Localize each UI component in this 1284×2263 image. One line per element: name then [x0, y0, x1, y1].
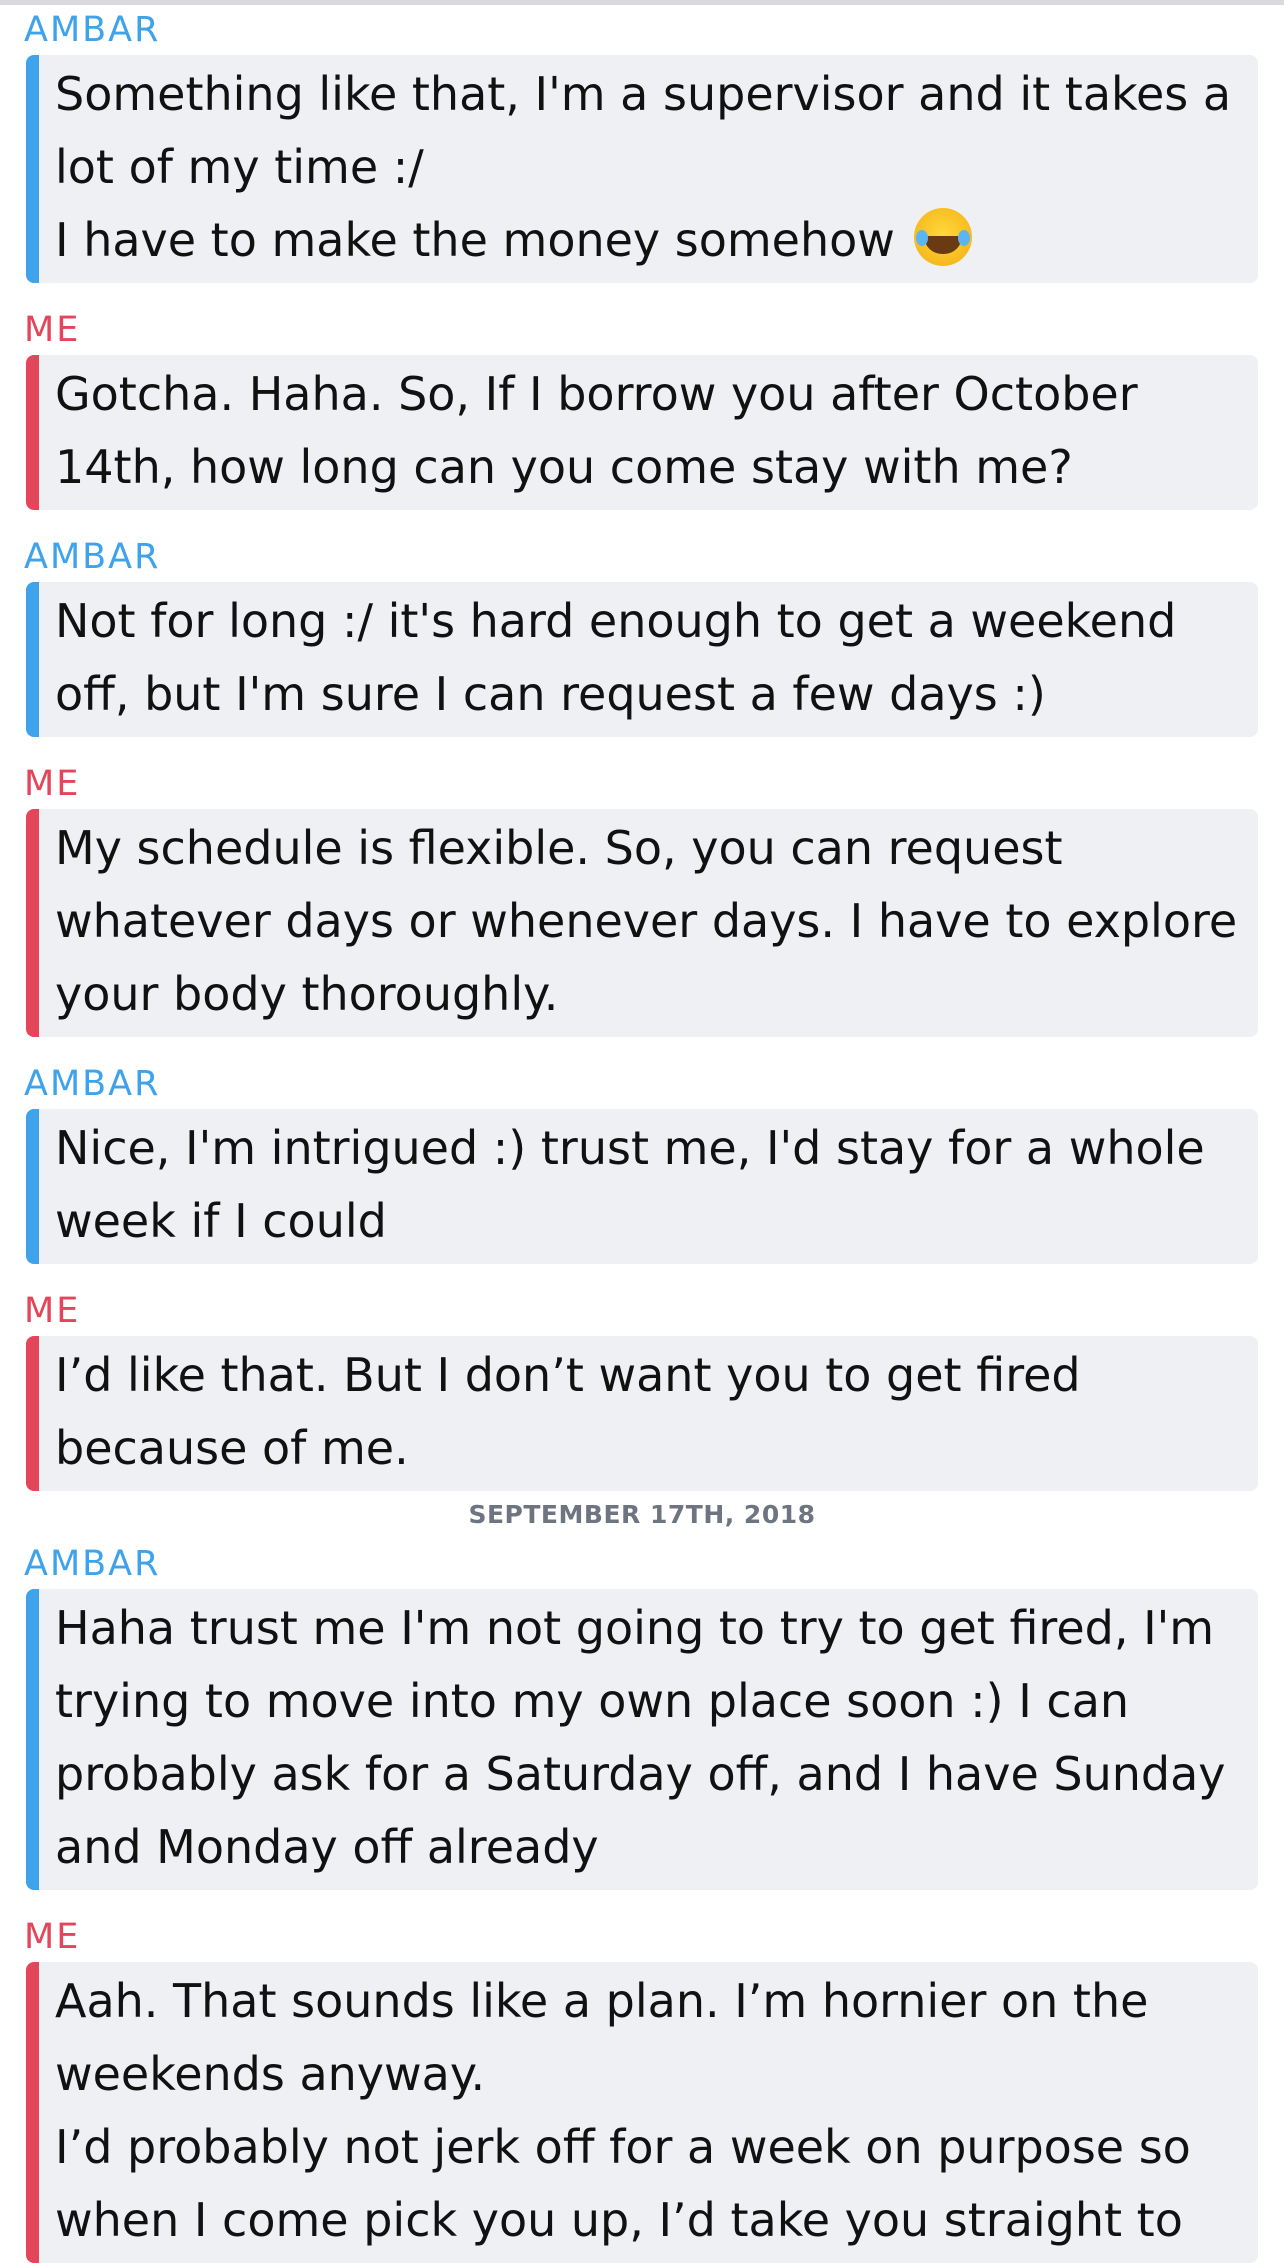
message-text: Something like that, I'm a supervisor an… [55, 67, 1232, 267]
message-text: Haha trust me I'm not going to try to ge… [55, 1601, 1241, 1874]
message-bubble[interactable]: Nice, I'm intrigued :) trust me, I'd sta… [26, 1109, 1258, 1264]
message-bubble[interactable]: Not for long :/ it's hard enough to get … [26, 582, 1258, 737]
message-text: I’d like that. But I don’t want you to g… [55, 1348, 1096, 1475]
message-text: Gotcha. Haha. So, If I borrow you after … [55, 367, 1153, 494]
message-bubble[interactable]: Something like that, I'm a supervisor an… [26, 55, 1258, 283]
message-bubble[interactable]: Gotcha. Haha. So, If I borrow you after … [26, 355, 1258, 510]
sender-label: AMBAR [24, 1544, 161, 1584]
sender-label: ME [24, 1291, 81, 1331]
message-bubble[interactable]: Aah. That sounds like a plan. I’m hornie… [26, 1962, 1258, 2263]
sender-label: ME [24, 310, 81, 350]
sender-label: AMBAR [24, 537, 161, 577]
chat-thread[interactable]: AMBAR Something like that, I'm a supervi… [0, 5, 1284, 2263]
sender-label: ME [24, 764, 81, 804]
message-text: Aah. That sounds like a plan. I’m hornie… [55, 1974, 1191, 2247]
message-bubble[interactable]: Haha trust me I'm not going to try to ge… [26, 1589, 1258, 1890]
face-with-tears-of-joy-icon [913, 208, 972, 266]
sender-label: ME [24, 1917, 81, 1957]
sender-label: AMBAR [24, 1064, 161, 1104]
message-text: Not for long :/ it's hard enough to get … [55, 594, 1191, 721]
message-text: My schedule is flexible. So, you can req… [55, 821, 1252, 1021]
sender-label: AMBAR [24, 10, 161, 50]
message-bubble[interactable]: My schedule is flexible. So, you can req… [26, 809, 1258, 1037]
message-text: Nice, I'm intrigued :) trust me, I'd sta… [55, 1121, 1220, 1248]
message-bubble[interactable]: I’d like that. But I don’t want you to g… [26, 1336, 1258, 1491]
date-divider: SEPTEMBER 17TH, 2018 [468, 1500, 816, 1529]
